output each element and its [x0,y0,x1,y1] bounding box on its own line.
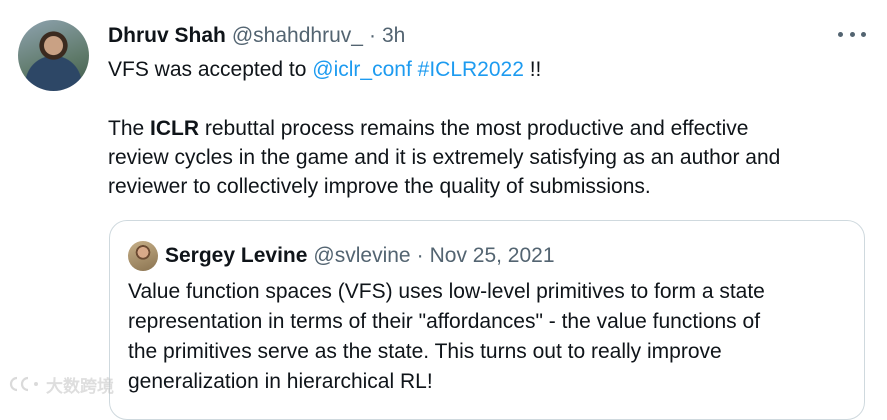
para-line1-rest: rebuttal process remains the most produc… [199,117,749,140]
quoted-text-line: generalization in hierarchical RL! [128,370,433,393]
quoted-text-line: representation in terms of their "afford… [128,310,761,333]
more-dot [861,31,866,37]
header-separator: · [368,24,376,47]
tweet-timestamp[interactable]: 3h [382,24,405,48]
quoted-author-name[interactable]: Sergey Levine [165,244,307,268]
more-dot [838,31,843,37]
tweet-text-prefix: VFS was accepted to [108,58,313,81]
tweet-text-suffix: !! [523,58,542,81]
quoted-author-handle[interactable]: @svlevine [313,244,410,268]
watermark-logo-icon [9,376,38,392]
author-name[interactable]: Dhruv Shah [108,24,226,48]
para-bold-iclr: ICLR [150,117,200,140]
mention-link[interactable]: @iclr_conf [312,58,412,81]
quoted-date[interactable]: Nov 25, 2021 [430,244,555,268]
quoted-tweet-header: Sergey Levine @svlevine · Nov 25, 2021 [165,241,555,271]
author-avatar[interactable] [18,20,89,91]
watermark-text: 大数跨境 [46,376,114,396]
quoted-text-line: the primitives serve as the state. This … [128,340,722,363]
quoted-tweet-card[interactable]: Sergey Levine @svlevine · Nov 25, 2021 V… [109,220,865,420]
quoted-text-line: Value function spaces (VFS) uses low-lev… [128,280,765,303]
tweet-para-line1: The ICLR rebuttal process remains the mo… [108,114,848,143]
tweet-para-line2: review cycles in the game and it is extr… [108,146,781,169]
quoted-author-avatar[interactable] [128,241,158,271]
tweet-paragraph: The ICLR rebuttal process remains the mo… [108,114,848,201]
tweet-text-line1: VFS was accepted to @iclr_conf #ICLR2022… [108,55,848,84]
tweet-para-line3: reviewer to collectively improve the qua… [108,175,651,198]
quoted-tweet-text: Value function spaces (VFS) uses low-lev… [128,277,848,397]
more-options-icon[interactable] [838,24,866,44]
para-prefix: The [108,117,151,140]
watermark: 大数跨境 [8,372,114,396]
hashtag-link[interactable]: #ICLR2022 [418,58,524,81]
author-handle[interactable]: @shahdhruv_ [232,24,363,48]
quoted-separator: · [416,244,424,267]
more-dot [849,31,855,37]
tweet-header: Dhruv Shah @shahdhruv_ · 3h [108,24,405,48]
